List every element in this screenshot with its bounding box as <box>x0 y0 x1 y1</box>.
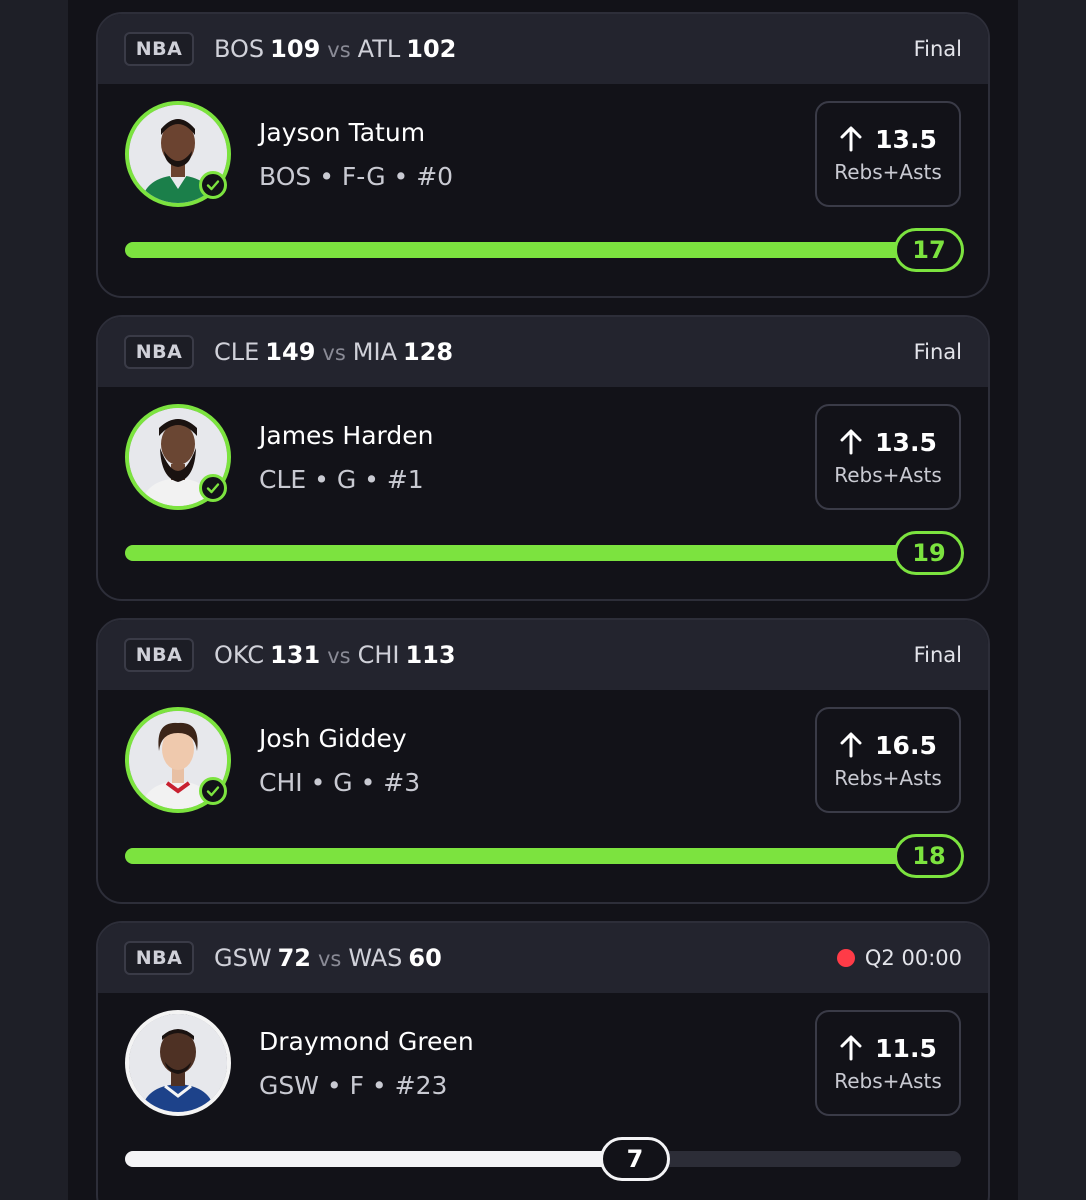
arrow-up-icon <box>840 429 862 455</box>
check-circle-icon <box>199 474 227 502</box>
arrow-up-icon <box>840 1035 862 1061</box>
progress-track <box>125 848 961 864</box>
line-box[interactable]: 13.5 Rebs+Asts <box>815 101 961 207</box>
home-team: CLE <box>214 338 260 366</box>
line-top: 13.5 <box>839 125 937 154</box>
away-team: ATL <box>357 35 401 63</box>
game-status-label: Final <box>913 37 962 61</box>
player-meta: BOS • F-G • #0 <box>259 162 454 191</box>
away-team: MIA <box>352 338 397 366</box>
home-score: 149 <box>265 338 316 366</box>
player-name[interactable]: Jayson Tatum <box>259 118 425 147</box>
line-box[interactable]: 16.5 Rebs+Asts <box>815 707 961 813</box>
avatar[interactable] <box>125 404 231 510</box>
game-header: NBA BOS 109 vs ATL 102 Final <box>98 14 988 84</box>
league-badge: NBA <box>124 941 194 975</box>
progress-track <box>125 242 961 258</box>
home-team: BOS <box>214 35 265 63</box>
away-score: 102 <box>406 35 457 63</box>
away-score: 128 <box>402 338 454 366</box>
game-status: Q2 00:00 <box>836 923 962 993</box>
league-badge: NBA <box>124 335 194 369</box>
away-score: 113 <box>405 641 456 669</box>
card-body: Jayson Tatum BOS • F-G • #0 13.5 Rebs+As… <box>98 84 988 296</box>
player-meta: CLE • G • #1 <box>259 465 424 494</box>
live-dot-icon <box>836 949 855 967</box>
progress-track <box>125 1151 961 1167</box>
line-top: 11.5 <box>839 1034 937 1063</box>
home-score: 72 <box>277 944 311 972</box>
line-box[interactable]: 13.5 Rebs+Asts <box>815 404 961 510</box>
game-status: Final <box>914 317 962 387</box>
vs-label: vs <box>317 947 342 971</box>
player-meta: CHI • G • #3 <box>259 768 421 797</box>
league-badge: NBA <box>124 32 194 66</box>
line-value: 13.5 <box>875 427 937 457</box>
matchup: OKC 131 vs CHI 113 <box>214 641 456 669</box>
check-circle-icon <box>199 171 227 199</box>
game-status-label: Q2 00:00 <box>864 946 962 970</box>
game-status-label: Final <box>913 643 962 667</box>
game-header: NBA OKC 131 vs CHI 113 Final <box>98 620 988 690</box>
arrow-up-icon <box>840 126 862 152</box>
arrow-up-icon <box>840 732 862 758</box>
result-pill: 18 <box>894 834 964 878</box>
line-stat: Rebs+Asts <box>834 159 942 184</box>
home-team: OKC <box>214 641 265 669</box>
card-body: Josh Giddey CHI • G • #3 16.5 Rebs+Asts … <box>98 690 988 902</box>
game-header: NBA CLE 149 vs MIA 128 Final <box>98 317 988 387</box>
matchup: CLE 149 vs MIA 128 <box>214 338 453 366</box>
line-top: 13.5 <box>839 428 937 457</box>
game-status-label: Final <box>913 340 962 364</box>
away-team: CHI <box>357 641 400 669</box>
league-badge: NBA <box>124 638 194 672</box>
away-score: 60 <box>408 944 442 972</box>
player-name[interactable]: Draymond Green <box>259 1027 474 1056</box>
pick-card[interactable]: NBA BOS 109 vs ATL 102 Final Jayson Tatu… <box>96 12 990 298</box>
result-pill: 19 <box>894 531 964 575</box>
card-body: James Harden CLE • G • #1 13.5 Rebs+Asts… <box>98 387 988 599</box>
vs-label: vs <box>327 644 351 668</box>
pick-card[interactable]: NBA GSW 72 vs WAS 60 Q2 00:00 Draymond G… <box>96 921 990 1200</box>
progress-fill <box>125 848 961 864</box>
matchup: BOS 109 vs ATL 102 <box>214 35 456 63</box>
line-value: 11.5 <box>875 1033 937 1063</box>
game-status: Final <box>914 14 962 84</box>
game-header: NBA GSW 72 vs WAS 60 Q2 00:00 <box>98 923 988 993</box>
progress-fill <box>125 545 961 561</box>
player-meta: GSW • F • #23 <box>259 1071 448 1100</box>
progress-fill <box>125 1151 635 1167</box>
line-stat: Rebs+Asts <box>834 1068 942 1093</box>
player-name[interactable]: James Harden <box>259 421 433 450</box>
check-circle-icon <box>199 777 227 805</box>
line-value: 16.5 <box>875 730 937 760</box>
page: NBA BOS 109 vs ATL 102 Final Jayson Tatu… <box>0 0 1086 1200</box>
vs-label: vs <box>322 341 346 365</box>
progress-fill <box>125 242 961 258</box>
card-body: Draymond Green GSW • F • #23 11.5 Rebs+A… <box>98 993 988 1200</box>
avatar[interactable] <box>125 101 231 207</box>
line-box[interactable]: 11.5 Rebs+Asts <box>815 1010 961 1116</box>
line-stat: Rebs+Asts <box>834 765 942 790</box>
avatar[interactable] <box>125 707 231 813</box>
line-stat: Rebs+Asts <box>834 462 942 487</box>
result-pill: 7 <box>600 1137 670 1181</box>
vs-label: vs <box>327 38 351 62</box>
progress-track <box>125 545 961 561</box>
line-top: 16.5 <box>839 731 937 760</box>
player-name[interactable]: Josh Giddey <box>259 724 407 753</box>
home-team: GSW <box>214 944 272 972</box>
away-team: WAS <box>348 944 403 972</box>
matchup: GSW 72 vs WAS 60 <box>214 944 442 972</box>
avatar[interactable] <box>125 1010 231 1116</box>
pick-card[interactable]: NBA CLE 149 vs MIA 128 Final James Harde… <box>96 315 990 601</box>
home-score: 109 <box>270 35 321 63</box>
game-status: Final <box>914 620 962 690</box>
result-pill: 17 <box>894 228 964 272</box>
pick-card[interactable]: NBA OKC 131 vs CHI 113 Final Josh Giddey… <box>96 618 990 904</box>
home-score: 131 <box>270 641 321 669</box>
line-value: 13.5 <box>875 124 937 154</box>
player-photo <box>129 1014 227 1112</box>
